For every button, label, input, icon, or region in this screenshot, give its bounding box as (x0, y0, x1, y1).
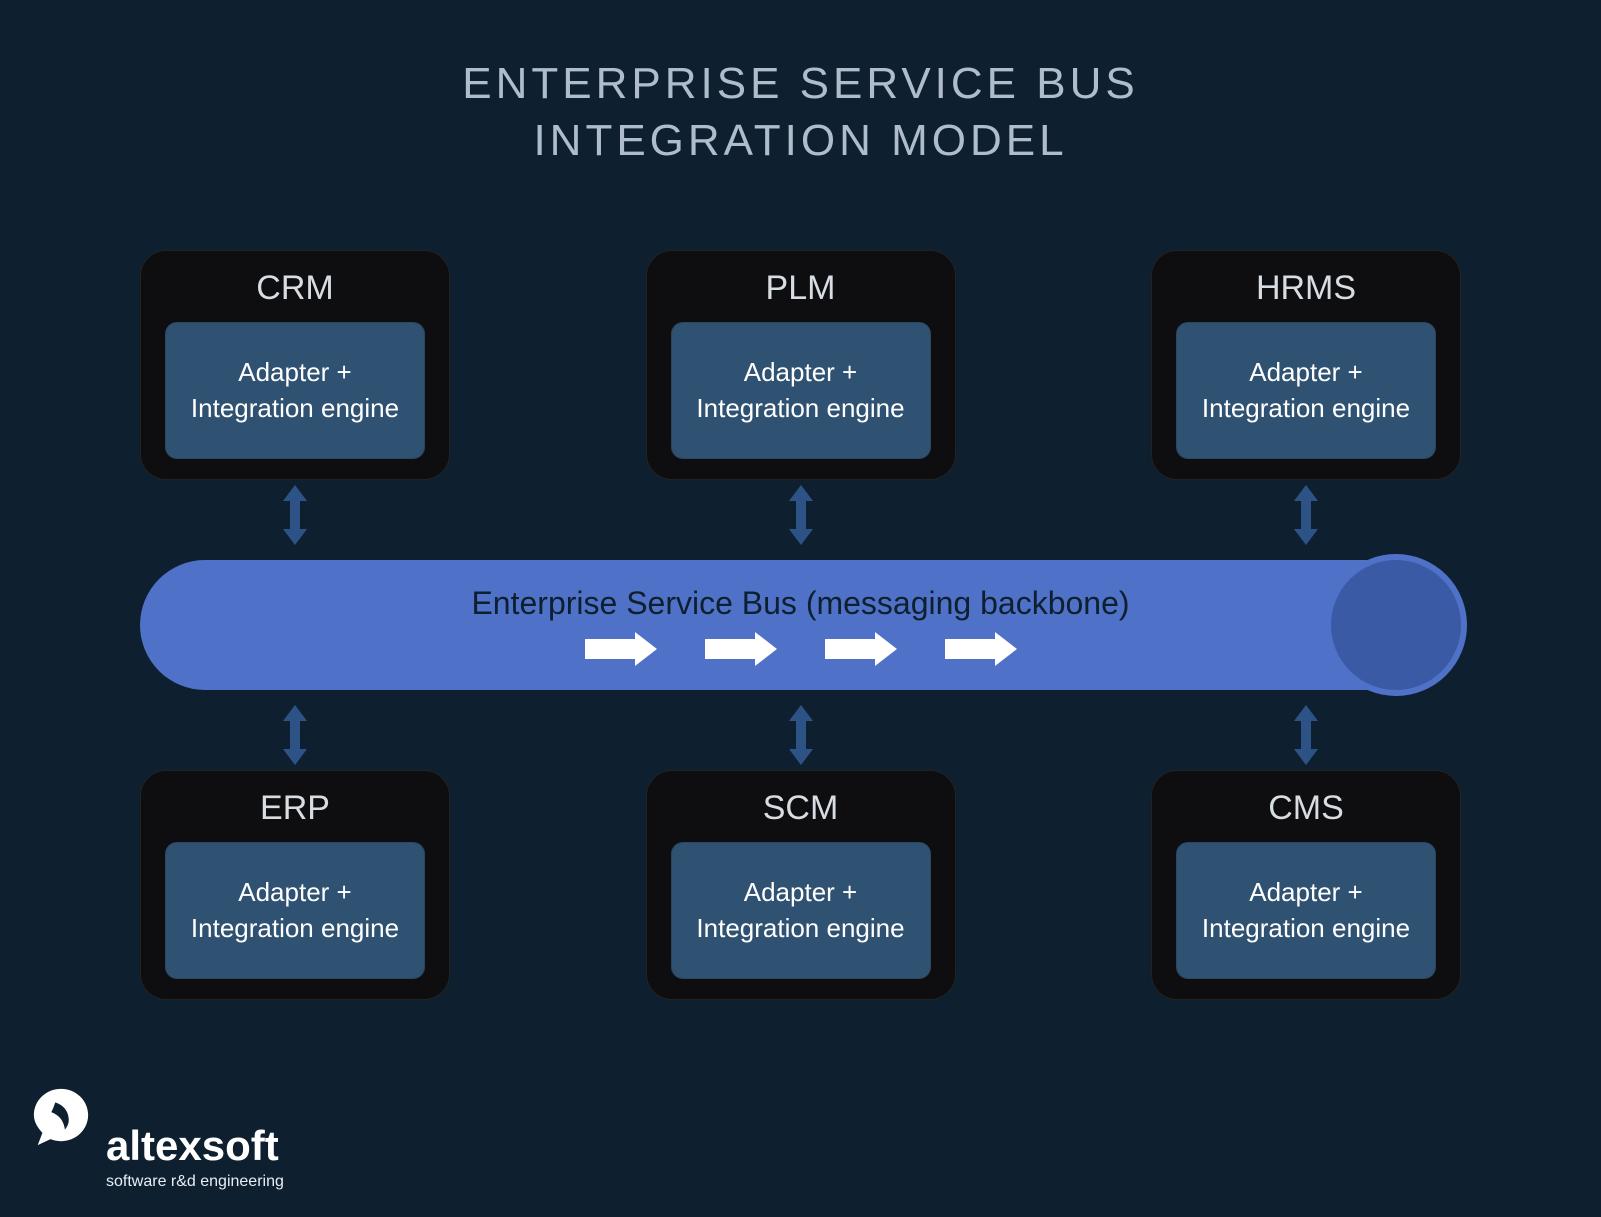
system-node-erp: ERP Adapter + Integration engine (140, 770, 450, 1000)
top-connectors (140, 480, 1461, 550)
brand-mark-icon (30, 1085, 92, 1147)
enterprise-service-bus: Enterprise Service Bus (messaging backbo… (140, 560, 1461, 690)
adapter-box: Adapter + Integration engine (671, 322, 931, 459)
adapter-box: Adapter + Integration engine (165, 322, 425, 459)
system-node-title: SCM (763, 789, 839, 828)
bidirectional-arrow-icon (283, 485, 307, 545)
connector (1151, 700, 1461, 770)
adapter-box: Adapter + Integration engine (1176, 322, 1436, 459)
system-node-cms: CMS Adapter + Integration engine (1151, 770, 1461, 1000)
connector (140, 700, 450, 770)
connector (140, 480, 450, 550)
system-node-plm: PLM Adapter + Integration engine (646, 250, 956, 480)
diagram-title: ENTERPRISE SERVICE BUS INTEGRATION MODEL (0, 55, 1601, 169)
system-node-hrms: HRMS Adapter + Integration engine (1151, 250, 1461, 480)
flow-arrow-icon (945, 632, 1017, 666)
system-node-title: CMS (1268, 789, 1344, 828)
system-node-title: HRMS (1256, 269, 1356, 308)
brand-text: altexsoft software r&d engineering (106, 1125, 284, 1191)
flow-arrow-icon (825, 632, 897, 666)
system-node-crm: CRM Adapter + Integration engine (140, 250, 450, 480)
title-line-1: ENTERPRISE SERVICE BUS (462, 59, 1138, 108)
bidirectional-arrow-icon (789, 485, 813, 545)
bus-flow-arrows (585, 632, 1017, 666)
bus-container: Enterprise Service Bus (messaging backbo… (140, 550, 1461, 700)
bottom-system-row: ERP Adapter + Integration engine SCM Ada… (140, 770, 1461, 1000)
adapter-box: Adapter + Integration engine (165, 842, 425, 979)
connector (646, 700, 956, 770)
top-system-row: CRM Adapter + Integration engine PLM Ada… (140, 250, 1461, 480)
brand-name: altexsoft (106, 1125, 284, 1167)
bidirectional-arrow-icon (1294, 705, 1318, 765)
brand-logo: altexsoft software r&d engineering (30, 1085, 284, 1191)
adapter-box: Adapter + Integration engine (671, 842, 931, 979)
flow-arrow-icon (585, 632, 657, 666)
bottom-connectors (140, 700, 1461, 770)
connector (646, 480, 956, 550)
adapter-box: Adapter + Integration engine (1176, 842, 1436, 979)
bidirectional-arrow-icon (283, 705, 307, 765)
system-node-title: ERP (260, 789, 330, 828)
bus-endcap-icon (1325, 554, 1467, 696)
system-node-scm: SCM Adapter + Integration engine (646, 770, 956, 1000)
bidirectional-arrow-icon (1294, 485, 1318, 545)
connector (1151, 480, 1461, 550)
diagram-canvas: CRM Adapter + Integration engine PLM Ada… (140, 250, 1461, 1070)
system-node-title: CRM (256, 269, 333, 308)
system-node-title: PLM (766, 269, 836, 308)
title-line-2: INTEGRATION MODEL (533, 116, 1067, 165)
bidirectional-arrow-icon (789, 705, 813, 765)
brand-tagline: software r&d engineering (106, 1173, 284, 1191)
bus-label: Enterprise Service Bus (messaging backbo… (471, 585, 1129, 622)
flow-arrow-icon (705, 632, 777, 666)
